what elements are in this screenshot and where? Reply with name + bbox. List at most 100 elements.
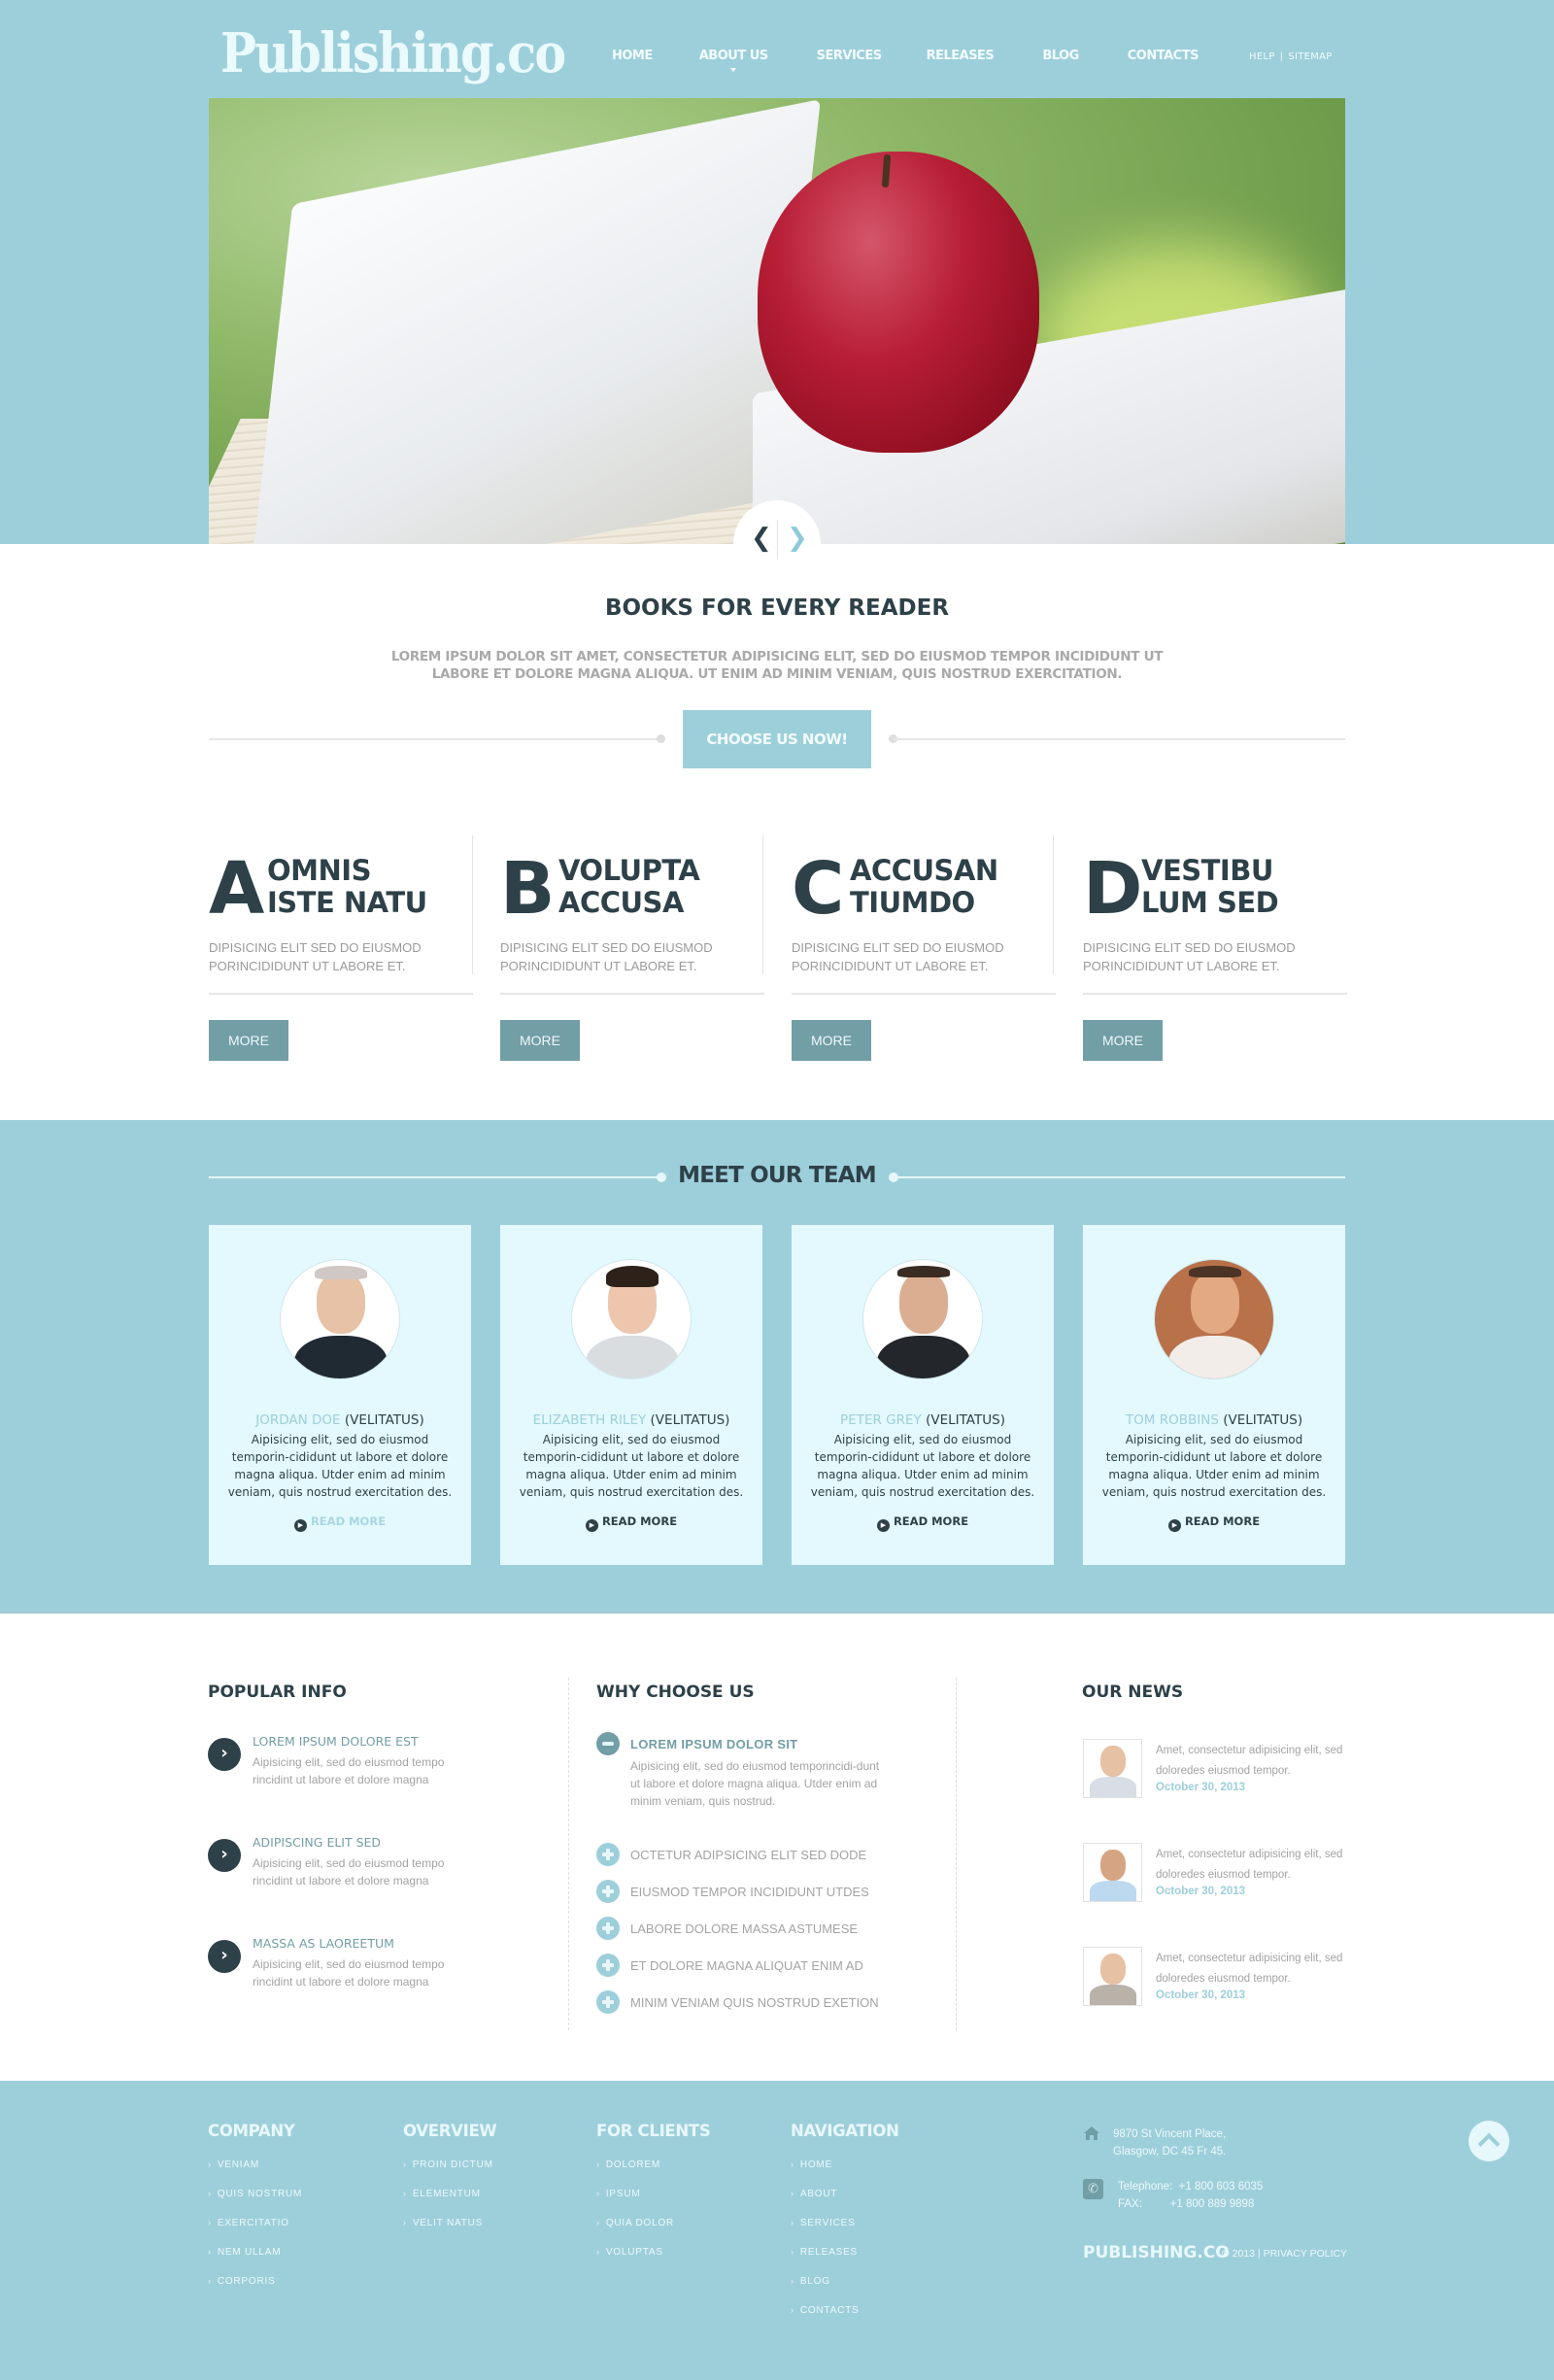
minus-circle-icon[interactable] [596,1732,620,1755]
popular-item-title[interactable]: MASSA AS LAOREETUM [253,1936,394,1951]
footer-link[interactable]: › ELEMENTUM [403,2189,496,2218]
sitemap-link[interactable]: SITEMAP [1288,51,1332,62]
nav-home[interactable]: HOME [612,49,653,63]
member-role: (VELITATUS) [926,1412,1005,1428]
read-more-link[interactable]: ▶ READ MORE [1083,1514,1345,1532]
accordion-item[interactable]: OCTETUR ADIPSICING ELIT SED DODE [596,1843,917,1868]
footer-link[interactable]: › QUIA DOLOR [596,2218,710,2247]
nav-about-us[interactable]: ABOUT US [699,49,768,72]
nav-services[interactable]: SERVICES [817,49,882,63]
avatar [1154,1259,1274,1379]
accordion-title[interactable]: LOREM IPSUM DOLOR SIT [630,1737,797,1751]
accordion-item[interactable]: LABORE DOLORE MASSA ASTUMESE [596,1917,917,1942]
read-more-link[interactable]: ▶ READ MORE [500,1514,762,1532]
chevron-right-circle-icon[interactable]: › [208,1940,241,1973]
feature-letter: C [792,847,845,931]
news-date[interactable]: October 30, 2013 [1156,1989,1245,2001]
nav-releases[interactable]: RELEASES [927,49,995,63]
popular-info-title: POPULAR INFO [208,1683,347,1702]
plus-circle-icon[interactable] [596,1843,620,1866]
footer-link[interactable]: › DOLOREM [596,2159,710,2189]
choose-us-button[interactable]: CHOOSE US NOW! [683,710,871,768]
thumb-body [1090,1777,1136,1797]
avatar-hair [1189,1266,1241,1277]
footer-link[interactable]: › VOLUPTAS [596,2247,710,2276]
phone-text: Telephone: +1 800 603 6035 FAX: +1 800 8… [1118,2181,1264,2210]
footer-link[interactable]: › PROIN DICTUM [403,2159,496,2189]
news-date[interactable]: October 30, 2013 [1156,1782,1245,1793]
news-date[interactable]: October 30, 2013 [1156,1886,1245,1897]
plus-circle-icon[interactable] [596,1954,620,1977]
chevron-right-circle-icon[interactable]: › [208,1839,241,1872]
popular-item-title[interactable]: ADIPISCING ELIT SED [253,1835,381,1850]
accordion-item[interactable]: ET DOLORE MAGNA ALIQUAT ENIM AD [596,1954,917,1979]
footer-link[interactable]: › CORPORIS [208,2276,302,2305]
member-name[interactable]: JORDAN DOE [255,1412,340,1428]
chevron-left-icon[interactable]: ❮ [751,526,772,551]
copyright-privacy[interactable]: © 2013 | PRIVACY POLICY [1222,2248,1347,2260]
chevron-right-icon: › [208,2159,212,2169]
footer-column-title: OVERVIEW [403,2122,497,2140]
help-link[interactable]: HELP [1249,51,1275,62]
team-card: JORDAN DOE (VELITATUS) Aipisicing elit, … [209,1225,471,1565]
book-left-page [248,99,821,544]
news-thumbnail[interactable] [1083,1947,1142,2006]
member-name[interactable]: PETER GREY [840,1412,922,1428]
footer-link-label: VELIT NATUS [412,2218,484,2228]
chevron-right-icon[interactable]: ❯ [787,526,808,551]
accordion-item[interactable]: EIUSMOD TEMPOR INCIDIDUNT UTDES [596,1880,917,1905]
news-item: Amet, consectetur adipisicing elit, sed … [1083,1843,1355,1903]
avatar [862,1259,983,1379]
footer-link[interactable]: › EXERCITATIO [208,2218,302,2247]
footer-column-for-clients: FOR CLIENTS › DOLOREM › IPSUM › QUIA DOLOR … [596,2122,711,2276]
footer-link[interactable]: › RELEASES [791,2247,899,2276]
footer-link[interactable]: › BLOG [791,2276,899,2305]
thumb-body [1090,1881,1136,1901]
footer-link[interactable]: › HOME [791,2159,899,2189]
footer-link[interactable]: › QUIS NOSTRUM [208,2189,302,2218]
news-thumbnail[interactable] [1083,1843,1142,1902]
accordion-item[interactable]: MINIM VENIAM QUIS NOSTRUD EXETION [596,1990,917,2016]
footer-link-label: QUIA DOLOR [605,2218,675,2228]
chevron-right-icon: › [596,2218,600,2227]
news-thumbnail[interactable] [1083,1739,1142,1798]
plus-circle-icon[interactable] [596,1917,620,1940]
footer-link[interactable]: › IPSUM [596,2189,710,2218]
read-more-label: READ MORE [601,1514,678,1528]
site-logo[interactable]: Publishing.co [220,21,566,85]
read-more-link[interactable]: ▶ READ MORE [209,1514,471,1532]
avatar-head [317,1272,365,1334]
chevron-right-circle-icon[interactable]: › [208,1738,241,1771]
popular-item-title[interactable]: LOREM IPSUM DOLORE EST [253,1734,419,1749]
read-more-label: READ MORE [1184,1514,1261,1528]
member-name-line: TOM ROBBINS (VELITATUS) [1083,1411,1345,1429]
member-name[interactable]: ELIZABETH RILEY [533,1412,647,1428]
more-button[interactable]: MORE [1083,1020,1163,1061]
plus-circle-icon[interactable] [596,1880,620,1903]
footer-link[interactable]: › VELIT NATUS [403,2218,496,2247]
footer-link[interactable]: › SERVICES [791,2218,899,2247]
chevron-right-icon: › [791,2305,794,2315]
plus-circle-icon[interactable] [596,1990,620,2014]
nav-blog[interactable]: BLOG [1042,49,1079,63]
nav-contacts[interactable]: CONTACTS [1128,49,1199,63]
feature-desc: DIPISICING ELIT SED DO EIUSMOD PORINCIDI… [209,940,422,973]
more-button[interactable]: MORE [500,1020,580,1061]
member-name[interactable]: TOM ROBBINS [1126,1412,1219,1428]
read-more-link[interactable]: ▶ READ MORE [792,1514,1054,1532]
footer-link[interactable]: › VENIAM [208,2159,302,2189]
avatar-body [586,1336,679,1378]
feature-letter: D [1083,847,1143,931]
footer-column-navigation: NAVIGATION › HOME › ABOUT › SERVICES › RELEA… [791,2122,899,2334]
footer-link[interactable]: › CONTACTS [791,2305,899,2334]
footer-link-label: SERVICES [799,2218,856,2228]
footer-link-label: EXERCITATIO [217,2218,289,2228]
more-button[interactable]: MORE [792,1020,871,1061]
avatar [280,1259,400,1379]
footer-link-label: DOLOREM [605,2159,660,2170]
footer-link[interactable]: › ABOUT [791,2189,899,2218]
back-to-top-button[interactable] [1469,2121,1509,2161]
more-button[interactable]: MORE [209,1020,288,1061]
footer-link[interactable]: › NEM ULLAM [208,2247,302,2276]
feature-separator [472,835,473,974]
